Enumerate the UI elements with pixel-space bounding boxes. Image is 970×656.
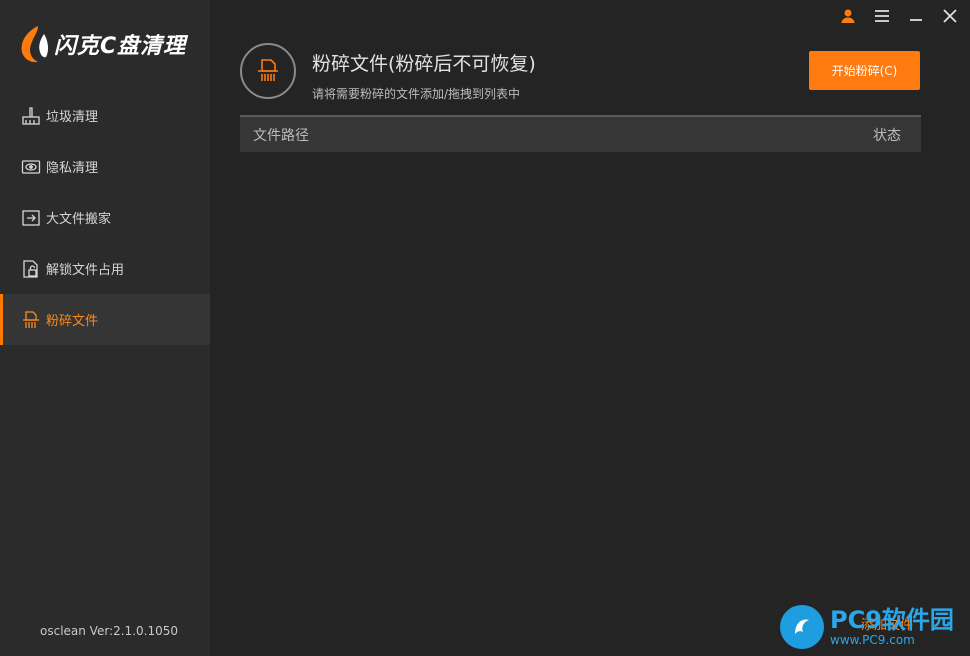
unlock-file-icon: [20, 258, 42, 280]
move-file-icon: [20, 207, 42, 229]
shredder-header-icon: [240, 43, 296, 99]
window-controls: [838, 6, 960, 26]
sidebar-item-label: 垃圾清理: [46, 110, 99, 125]
broom-icon: [20, 105, 42, 127]
sidebar-item-label: 解锁文件占用: [46, 263, 125, 278]
user-icon[interactable]: [838, 6, 858, 26]
shredder-icon: [20, 309, 42, 331]
column-header-file-path[interactable]: 文件路径: [253, 125, 309, 145]
sidebar-item-junk-clean[interactable]: 垃圾清理: [0, 90, 210, 141]
table-header: 文件路径 状态: [240, 117, 921, 152]
page-subtitle: 请将需要粉碎的文件添加/拖拽到列表中: [312, 87, 521, 101]
column-header-status[interactable]: 状态: [873, 125, 901, 145]
start-shred-button[interactable]: 开始粉碎(C): [809, 51, 920, 90]
sidebar-item-large-file-move[interactable]: 大文件搬家: [0, 192, 210, 243]
sidebar-item-label: 粉碎文件: [46, 314, 99, 329]
flame-logo-icon: [21, 26, 49, 63]
main-panel: 粉碎文件(粉碎后不可恢复) 请将需要粉碎的文件添加/拖拽到列表中 开始粉碎(C)…: [210, 0, 970, 656]
sidebar: 闪克C盘清理 垃圾清理 隐私清理 大文件搬家 解锁文件占用 粉碎文件 oscle…: [0, 0, 210, 656]
sidebar-item-label: 隐私清理: [46, 161, 99, 176]
privacy-icon: [20, 156, 42, 178]
watermark-url: www.PC9.com: [830, 633, 915, 647]
watermark: PC9软件园 www.PC9.com: [780, 602, 966, 652]
sidebar-item-unlock-file[interactable]: 解锁文件占用: [0, 243, 210, 294]
sidebar-item-label: 大文件搬家: [46, 212, 112, 227]
app-logo-text: 闪克C盘清理: [54, 34, 187, 59]
minimize-icon[interactable]: [906, 6, 926, 26]
menu-icon[interactable]: [872, 6, 892, 26]
file-table: 文件路径 状态: [240, 115, 921, 152]
version-label: osclean Ver:2.1.0.1050: [40, 624, 178, 638]
close-icon[interactable]: [940, 6, 960, 26]
page-title: 粉碎文件(粉碎后不可恢复): [312, 53, 536, 75]
watermark-title: PC9软件园: [830, 606, 954, 634]
sidebar-item-privacy-clean[interactable]: 隐私清理: [0, 141, 210, 192]
app-logo: 闪克C盘清理: [16, 22, 186, 66]
sidebar-item-shred-file[interactable]: 粉碎文件: [0, 294, 210, 345]
watermark-logo-icon: [780, 605, 824, 649]
sidebar-nav: 垃圾清理 隐私清理 大文件搬家 解锁文件占用 粉碎文件: [0, 90, 210, 345]
